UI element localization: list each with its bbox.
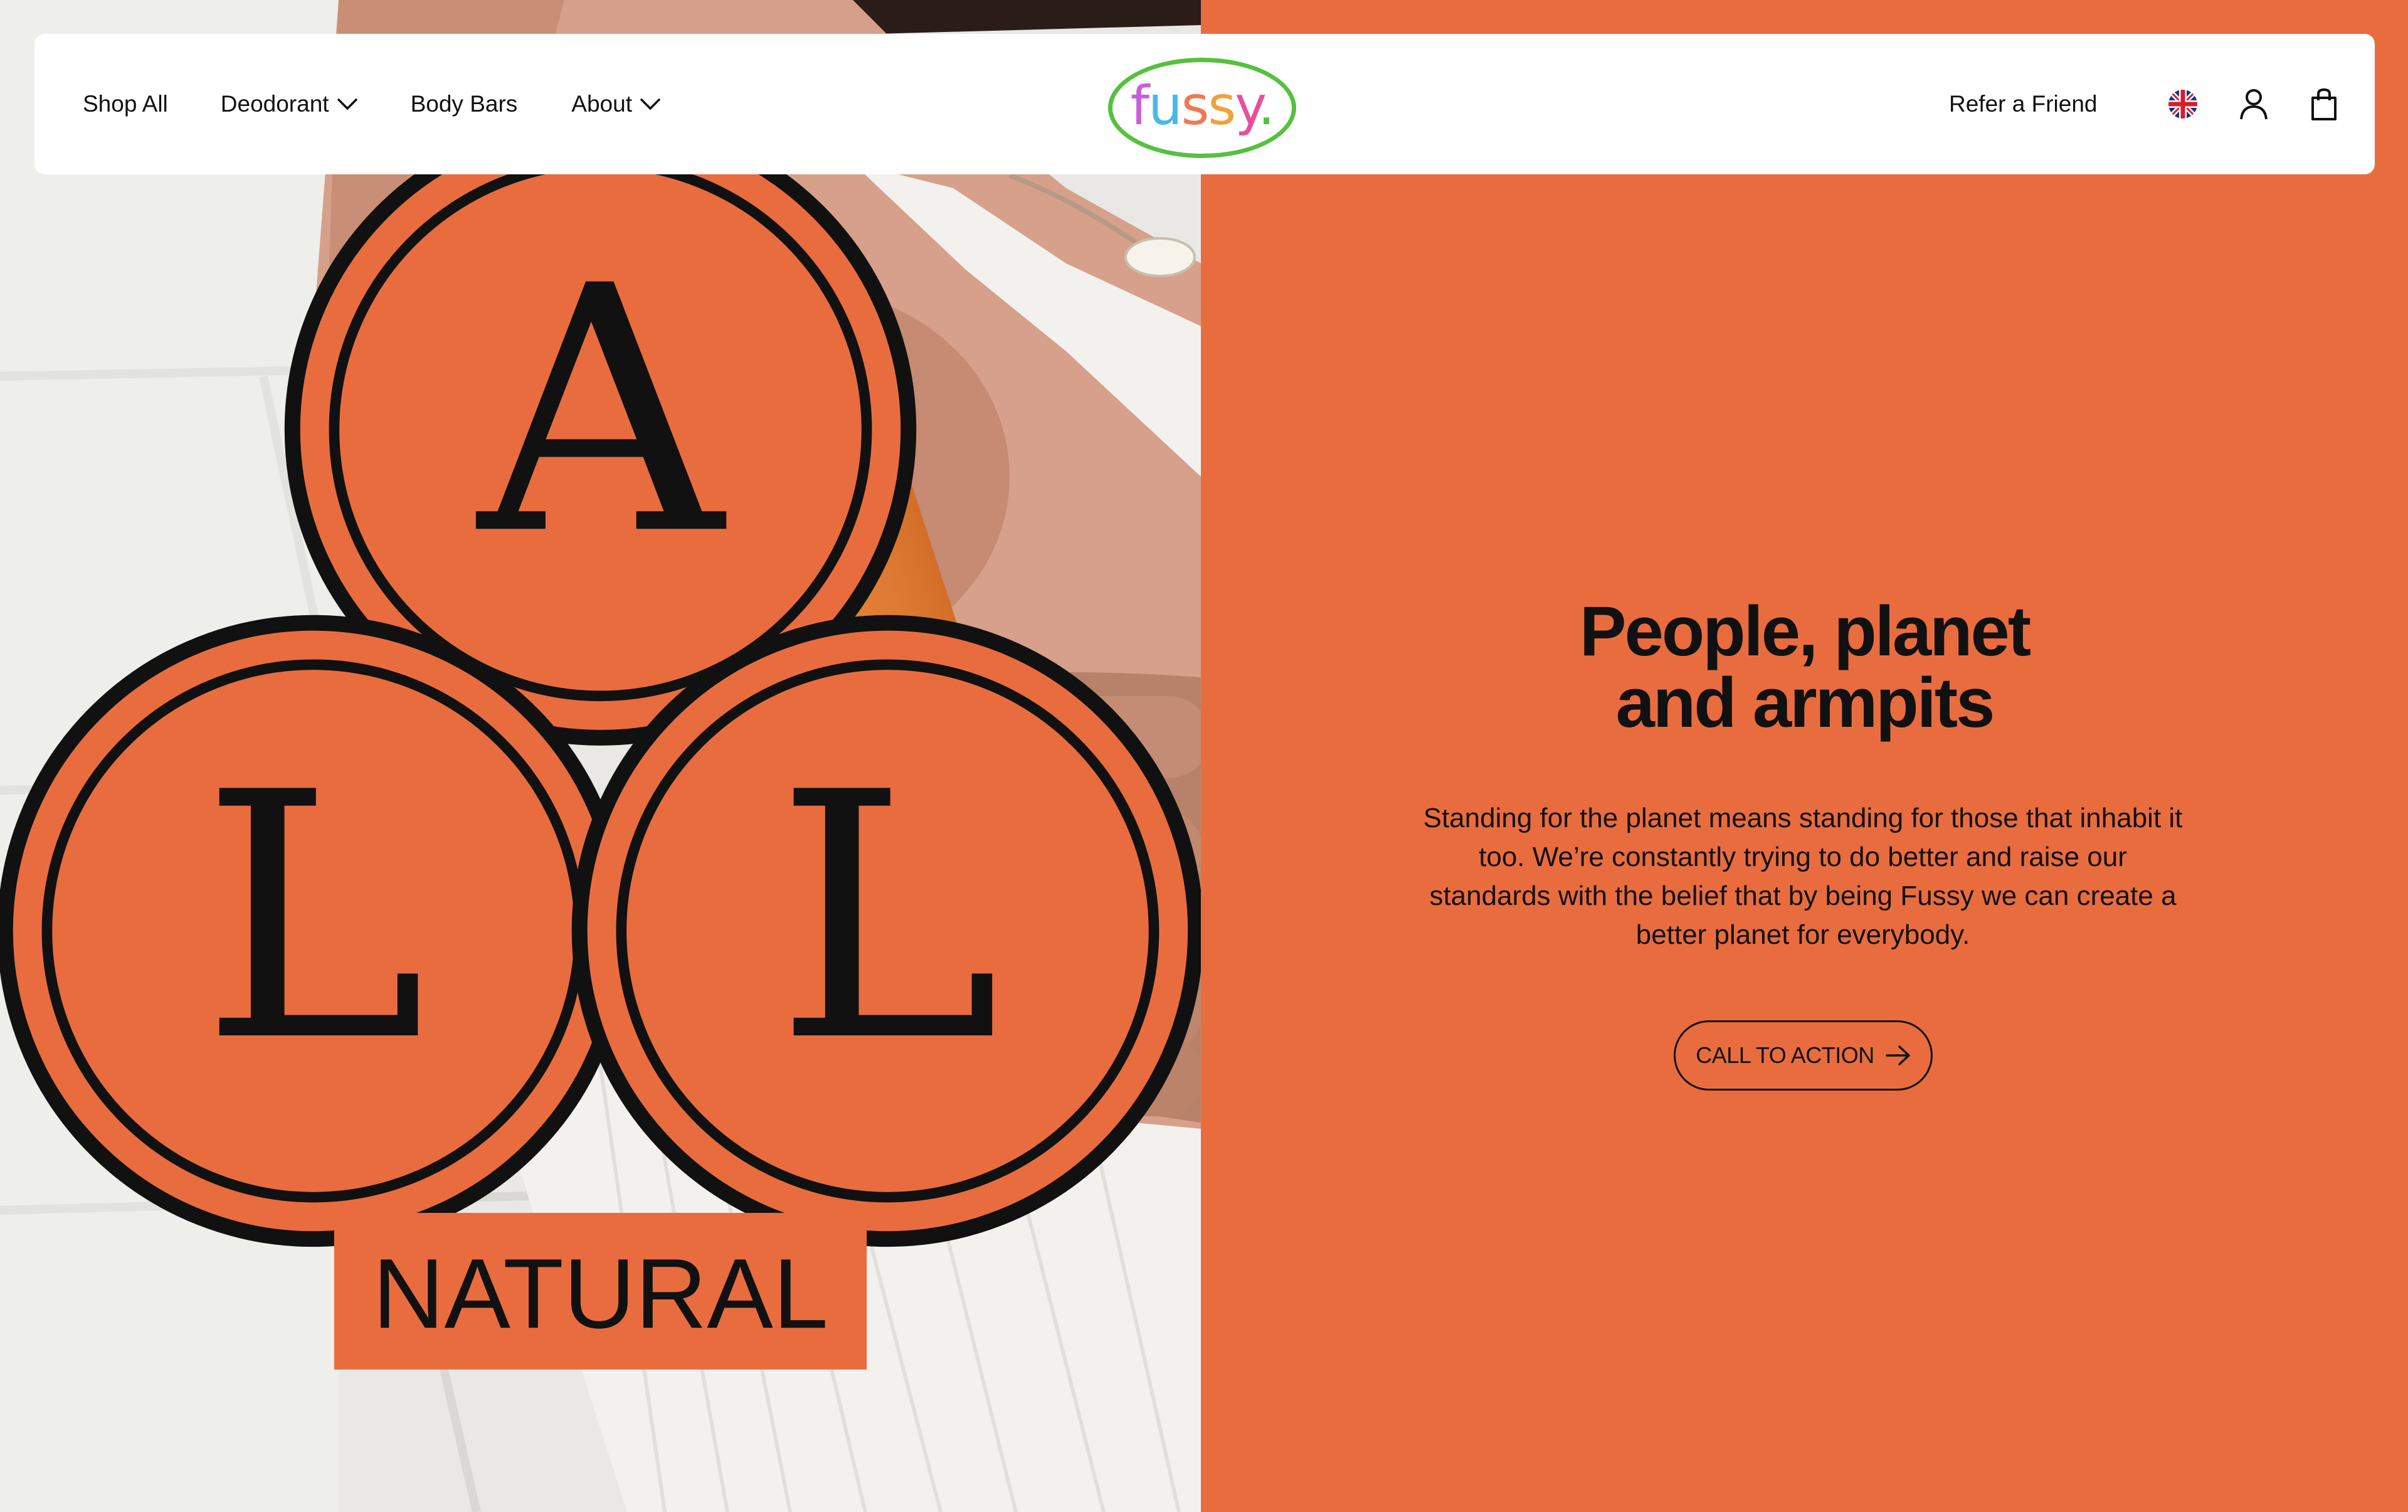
hero-title-line-1: People, planet bbox=[1579, 592, 2031, 670]
hero-title-line-2: and armpits bbox=[1615, 663, 1995, 742]
nav-shop-all[interactable]: Shop All bbox=[83, 91, 168, 117]
site-header: Shop All Deodorant Body Bars About fussy… bbox=[34, 34, 2375, 174]
call-to-action-button[interactable]: CALL TO ACTION bbox=[1674, 1020, 1933, 1091]
arrow-right-icon bbox=[1885, 1045, 1910, 1065]
shopping-bag-icon[interactable] bbox=[2308, 88, 2340, 120]
uk-flag-icon[interactable] bbox=[2168, 90, 2197, 119]
badge-caption: NATURAL bbox=[372, 1238, 828, 1349]
nav-about-label: About bbox=[571, 91, 632, 117]
chevron-down-icon bbox=[640, 98, 660, 110]
account-icon[interactable] bbox=[2237, 88, 2270, 120]
cta-label: CALL TO ACTION bbox=[1696, 1042, 1874, 1068]
hero-text-panel: People, planet and armpits Standing for … bbox=[1201, 0, 2408, 1512]
refer-a-friend-link[interactable]: Refer a Friend bbox=[1949, 34, 2098, 174]
badge-letter-l-2: L bbox=[775, 721, 1000, 1116]
all-natural-badge: A L L NATURAL bbox=[0, 114, 1201, 1370]
main-nav: Shop All Deodorant Body Bars About bbox=[83, 34, 661, 174]
hero-title: People, planet and armpits bbox=[1201, 596, 2408, 739]
hero-description: Standing for the planet means standing f… bbox=[1423, 803, 2183, 950]
hero-photo: fussy A L bbox=[0, 0, 1201, 1512]
nav-body-bars-label: Body Bars bbox=[410, 91, 518, 117]
nav-about[interactable]: About bbox=[571, 91, 661, 117]
chevron-down-icon bbox=[337, 98, 357, 110]
badge-letter-l: L bbox=[201, 721, 426, 1116]
nav-deodorant[interactable]: Deodorant bbox=[221, 91, 358, 117]
fussy-logo[interactable]: fussy. bbox=[1108, 58, 1296, 158]
nav-shop-all-label: Shop All bbox=[83, 91, 168, 117]
badge-letter-a: A bbox=[473, 214, 727, 609]
nav-body-bars[interactable]: Body Bars bbox=[411, 91, 518, 117]
nav-deodorant-label: Deodorant bbox=[220, 91, 329, 117]
logo-wordmark: fussy. bbox=[1130, 75, 1275, 137]
